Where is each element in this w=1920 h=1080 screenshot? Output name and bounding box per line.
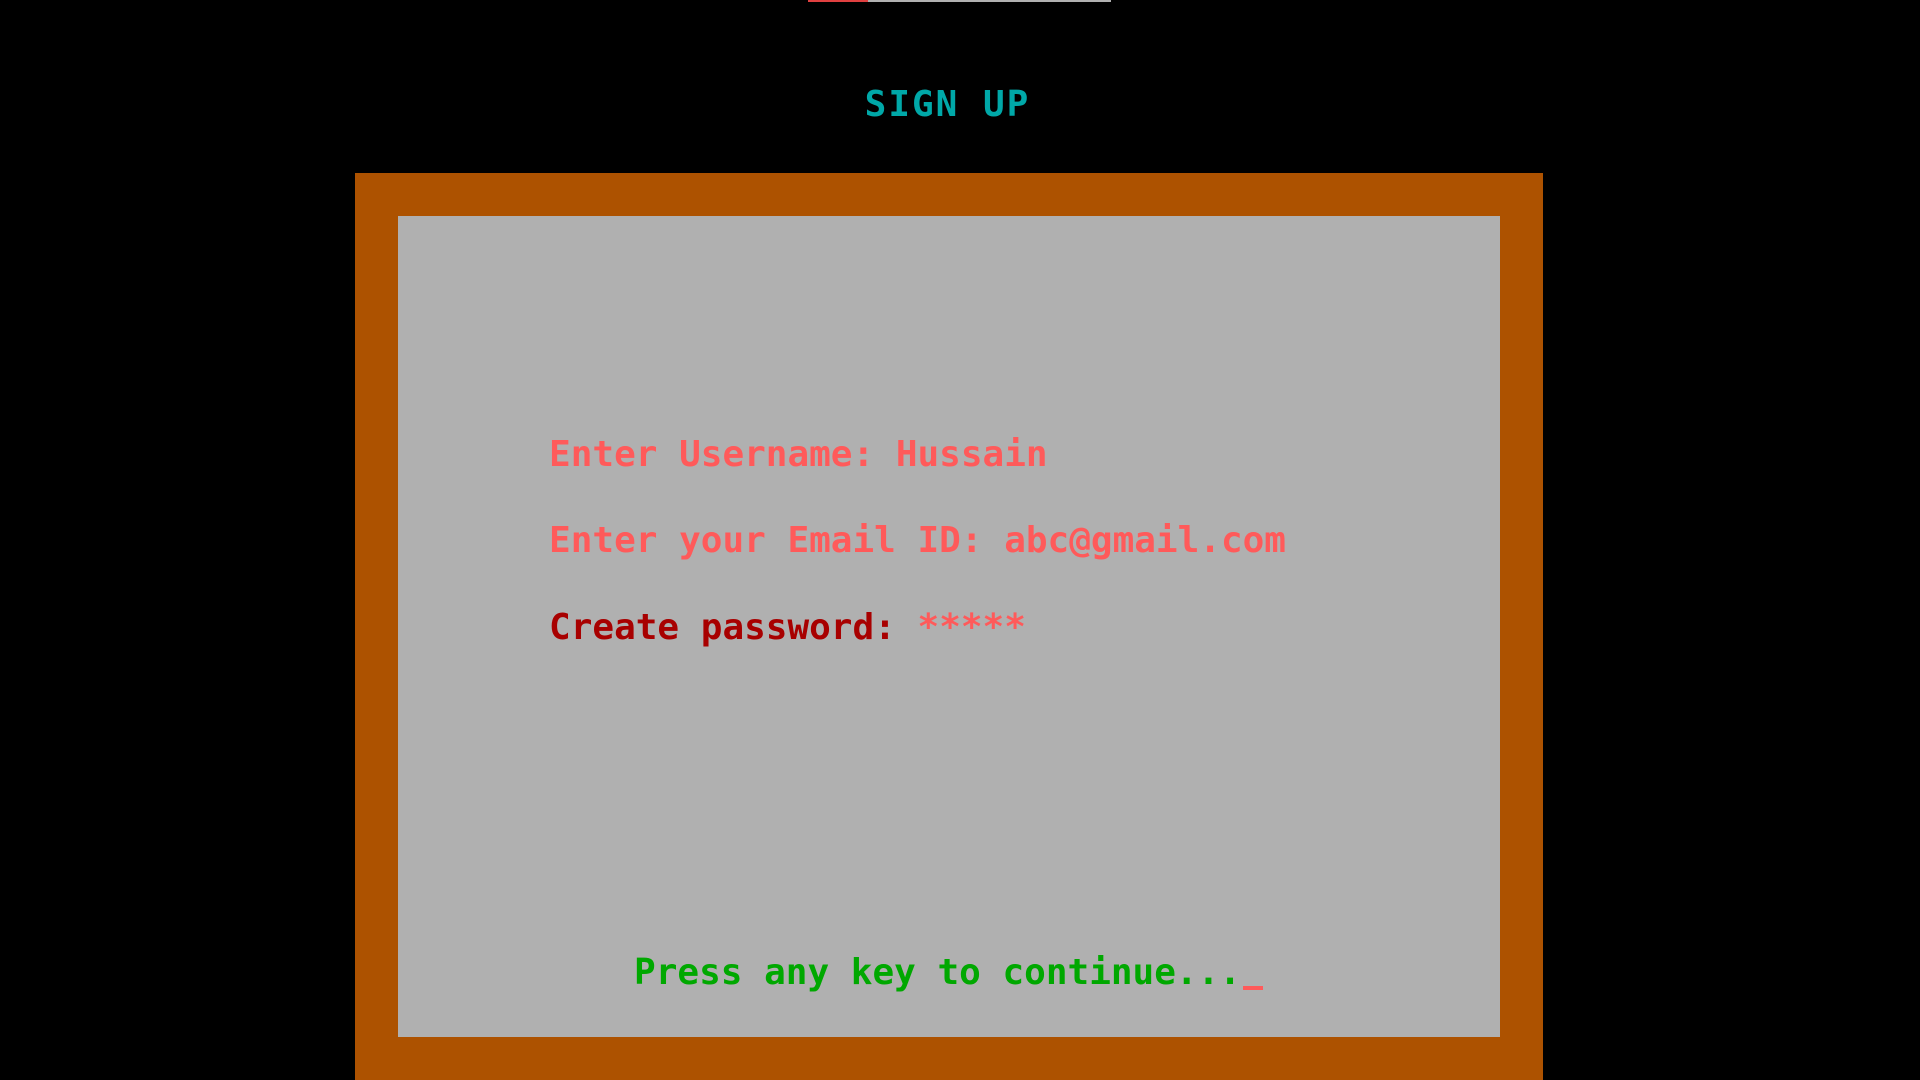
email-value[interactable]: abc@gmail.com [1004,520,1286,561]
password-masked-value[interactable]: ***** [918,607,1026,648]
top-window-strip [808,0,1111,2]
signup-frame: Enter Username: Hussain Enter your Email… [355,173,1543,1080]
signup-panel: Enter Username: Hussain Enter your Email… [398,216,1500,1037]
continue-prompt[interactable]: Press any key to continue... [504,904,1263,1042]
continue-prompt-text: Press any key to continue... [634,952,1241,993]
username-label: Enter Username: [549,434,896,475]
page-title: SIGN UP [864,84,1031,125]
top-window-strip-accent [808,0,868,2]
password-row[interactable]: Create password: ***** [419,559,1026,697]
password-label: Create password: [549,607,918,648]
username-value[interactable]: Hussain [896,434,1048,475]
text-cursor [1242,986,1263,990]
email-label: Enter your Email ID: [549,520,1005,561]
